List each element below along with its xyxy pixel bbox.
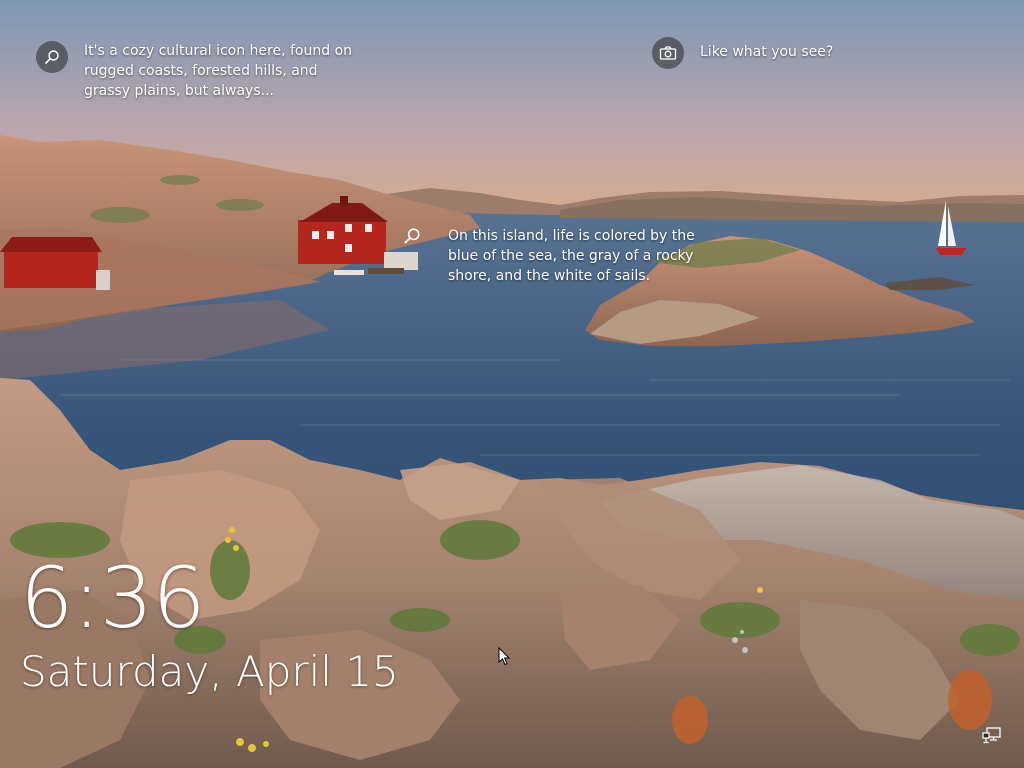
spotlight-text-cultural-icon[interactable]: It's a cozy cultural icon here, found on… (84, 41, 364, 101)
spotlight-like-what-you-see[interactable]: Like what you see? (652, 37, 833, 69)
spotlight-text-island[interactable]: On this island, life is colored by the b… (448, 226, 728, 286)
spotlight-hotspot-island[interactable]: On this island, life is colored by the b… (402, 226, 728, 286)
lock-screen[interactable]: It's a cozy cultural icon here, found on… (0, 0, 1024, 768)
clock-date: Saturday, April 15 (20, 647, 399, 696)
network-icon[interactable] (982, 727, 1002, 745)
camera-icon[interactable] (652, 37, 684, 69)
lock-screen-clock: 6:36 Saturday, April 15 (20, 548, 399, 696)
clock-time: 6:36 (20, 549, 206, 647)
mouse-cursor-icon (498, 647, 510, 666)
search-icon[interactable] (36, 41, 68, 73)
spotlight-hotspot-cultural-icon[interactable]: It's a cozy cultural icon here, found on… (36, 41, 364, 101)
spotlight-text-like-what-you-see[interactable]: Like what you see? (700, 42, 833, 62)
search-icon[interactable] (402, 226, 422, 246)
